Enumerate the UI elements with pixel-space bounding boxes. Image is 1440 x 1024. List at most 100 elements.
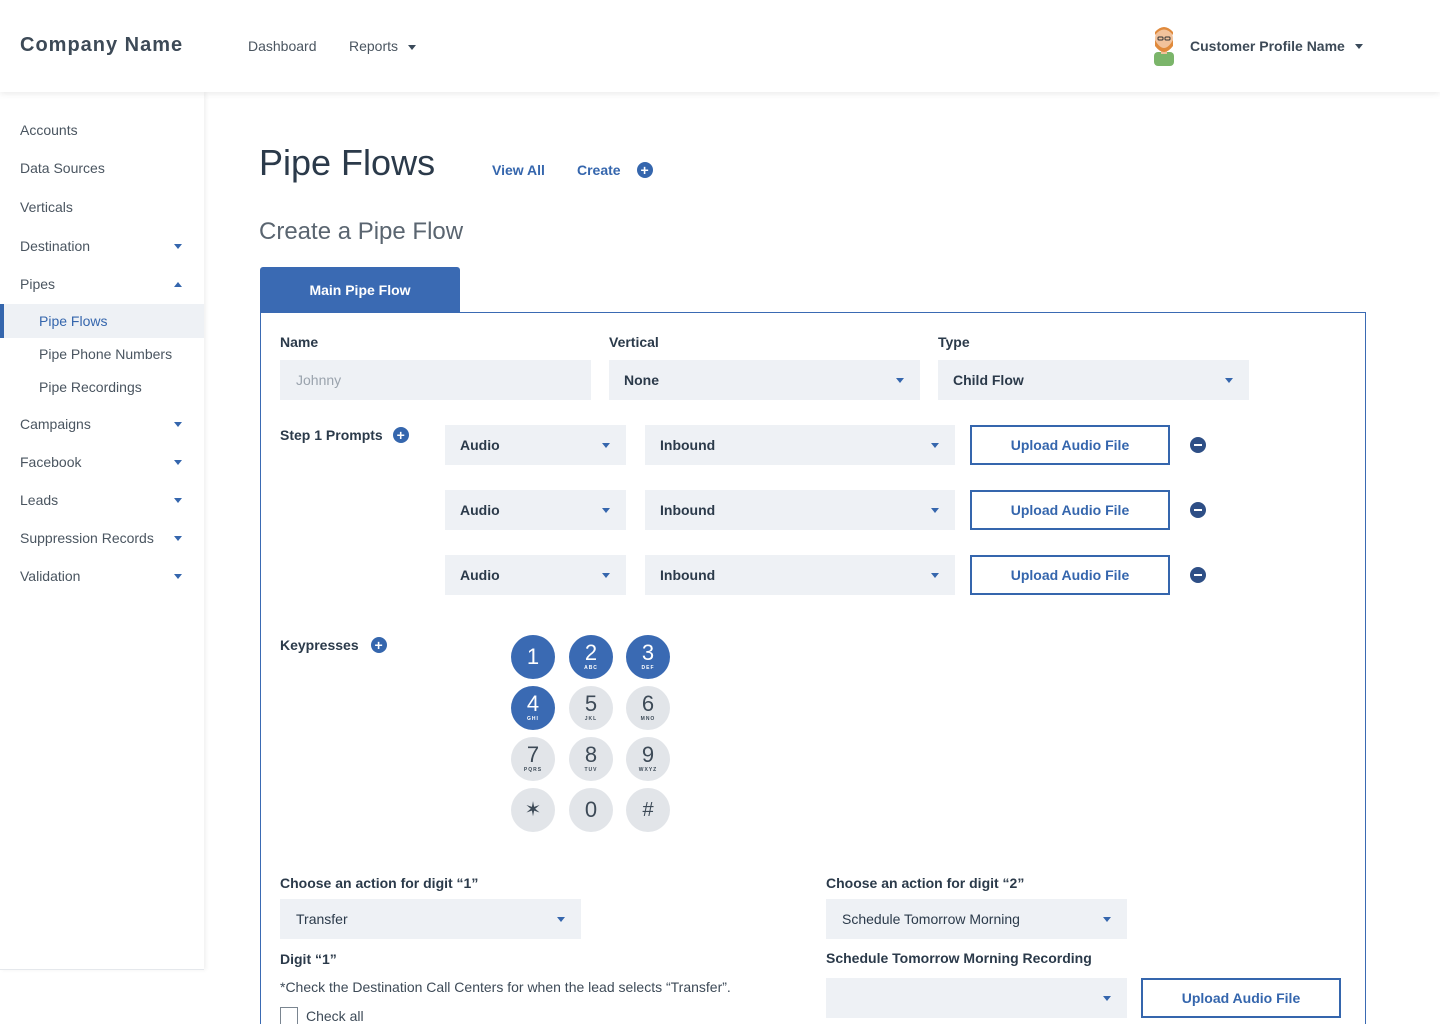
prompt-kind-select[interactable]: Audio xyxy=(445,555,626,595)
digit2-recording-select[interactable] xyxy=(826,978,1127,1018)
prompt-kind-value: Audio xyxy=(460,502,500,518)
chevron-down-icon xyxy=(602,573,610,578)
key-letters: GHI xyxy=(527,716,539,722)
create-link[interactable]: Create + xyxy=(577,162,653,178)
sidebar-item-verticals[interactable]: Verticals xyxy=(0,190,204,224)
nav-reports[interactable]: Reports xyxy=(349,38,417,54)
digit2-action-value: Schedule Tomorrow Morning xyxy=(842,911,1020,927)
add-keypress-icon[interactable]: + xyxy=(370,637,387,653)
chevron-down-icon xyxy=(602,508,610,513)
create-link-label: Create xyxy=(577,162,621,178)
check-all-checkbox[interactable] xyxy=(280,1007,298,1024)
remove-prompt-icon[interactable] xyxy=(1190,437,1206,453)
remove-prompt-icon[interactable] xyxy=(1190,502,1206,518)
digit1-action-select[interactable]: Transfer xyxy=(280,899,581,939)
sidebar-item-label: Destination xyxy=(20,238,91,254)
sidebar-item-label: Pipe Flows xyxy=(39,313,108,329)
prompt-direction-select[interactable]: Inbound xyxy=(645,555,955,595)
profile-name: Customer Profile Name xyxy=(1190,38,1345,54)
chevron-down-icon xyxy=(931,443,939,448)
type-select[interactable]: Child Flow xyxy=(938,360,1249,400)
name-input[interactable] xyxy=(280,360,591,400)
key-letters: WXYZ xyxy=(638,767,658,773)
keypad-key-hash[interactable]: # xyxy=(626,788,670,832)
upload-audio-button[interactable]: Upload Audio File xyxy=(970,425,1170,465)
keypad-key-star[interactable]: ✶ xyxy=(511,788,555,832)
keypad-key-1[interactable]: 1 xyxy=(511,635,555,679)
digit2-upload-audio-button[interactable]: Upload Audio File xyxy=(1141,978,1341,1018)
sidebar-item-pipe-recordings[interactable]: Pipe Recordings xyxy=(0,370,204,404)
nav-dashboard[interactable]: Dashboard xyxy=(248,38,317,54)
digit2-action-select[interactable]: Schedule Tomorrow Morning xyxy=(826,899,1127,939)
plus-circle-icon: + xyxy=(636,162,653,178)
sidebar-item-leads[interactable]: Leads xyxy=(0,483,204,517)
keypresses-label: Keypresses xyxy=(280,637,359,653)
chevron-down-icon xyxy=(931,508,939,513)
prompt-direction-value: Inbound xyxy=(660,437,716,453)
digit2-recording-label: Schedule Tomorrow Morning Recording xyxy=(826,950,1092,966)
sidebar-item-label: Campaigns xyxy=(20,416,91,432)
chevron-down-icon xyxy=(896,378,904,383)
sidebar-item-pipe-flows[interactable]: Pipe Flows xyxy=(0,304,204,338)
sidebar-item-facebook[interactable]: Facebook xyxy=(0,445,204,479)
keypad-key-4[interactable]: 4 GHI xyxy=(511,686,555,730)
digit1-heading: Digit “1” xyxy=(280,951,337,967)
key-digit: 2 xyxy=(584,640,598,665)
type-label: Type xyxy=(938,334,970,350)
sidebar-item-pipe-phone-numbers[interactable]: Pipe Phone Numbers xyxy=(0,337,204,371)
keypad-key-6[interactable]: 6 MNO xyxy=(626,686,670,730)
keypad-key-3[interactable]: 3 DEF xyxy=(626,635,670,679)
keypad-key-0[interactable]: 0 xyxy=(569,788,613,832)
key-letters: DEF xyxy=(641,665,655,671)
key-digit: 3 xyxy=(641,640,655,665)
add-prompt-icon[interactable]: + xyxy=(392,427,409,443)
prompt-direction-select[interactable]: Inbound xyxy=(645,425,955,465)
keypad-key-8[interactable]: 8 TUV xyxy=(569,737,613,781)
keypad-key-5[interactable]: 5 JKL xyxy=(569,686,613,730)
digit1-action-value: Transfer xyxy=(296,911,348,927)
avatar xyxy=(1154,27,1174,66)
sidebar-item-label: Accounts xyxy=(20,122,78,138)
chevron-down-icon xyxy=(1354,43,1363,49)
key-digit: # xyxy=(642,799,654,821)
chevron-down-icon xyxy=(174,536,182,541)
upload-audio-button[interactable]: Upload Audio File xyxy=(970,490,1170,530)
sidebar-item-campaigns[interactable]: Campaigns xyxy=(0,407,204,441)
vertical-select[interactable]: None xyxy=(609,360,920,400)
brand-logo[interactable]: Company Name xyxy=(20,34,183,57)
sidebar-item-destination[interactable]: Destination xyxy=(0,229,204,263)
keypad-key-9[interactable]: 9 WXYZ xyxy=(626,737,670,781)
sidebar-item-suppression-records[interactable]: Suppression Records xyxy=(0,521,204,555)
sidebar-item-pipes[interactable]: Pipes xyxy=(0,267,204,301)
key-letters: TUV xyxy=(584,767,598,773)
sidebar-item-accounts[interactable]: Accounts xyxy=(0,113,204,147)
sidebar: Accounts Data Sources Verticals Destinat… xyxy=(0,92,204,970)
upload-audio-button[interactable]: Upload Audio File xyxy=(970,555,1170,595)
prompts-label: Step 1 Prompts xyxy=(280,427,383,443)
prompt-kind-select[interactable]: Audio xyxy=(445,425,626,465)
sidebar-item-data-sources[interactable]: Data Sources xyxy=(0,151,204,185)
key-letters: JKL xyxy=(584,716,598,722)
chevron-down-icon xyxy=(931,573,939,578)
sidebar-item-validation[interactable]: Validation xyxy=(0,559,204,593)
check-all-label: Check all xyxy=(306,1008,364,1024)
prompt-kind-select[interactable]: Audio xyxy=(445,490,626,530)
prompt-direction-value: Inbound xyxy=(660,567,716,583)
nav-reports-label: Reports xyxy=(349,38,399,54)
sidebar-item-label: Leads xyxy=(20,492,59,508)
chevron-down-icon xyxy=(174,460,182,465)
sidebar-item-label: Verticals xyxy=(20,199,73,215)
chevron-down-icon xyxy=(408,44,417,50)
key-digit: 9 xyxy=(641,742,655,767)
keypad-key-7[interactable]: 7 PQRS xyxy=(511,737,555,781)
remove-prompt-icon[interactable] xyxy=(1190,567,1206,583)
chevron-down-icon xyxy=(557,917,565,922)
keypad-key-2[interactable]: 2 ABC xyxy=(569,635,613,679)
chevron-down-icon xyxy=(174,244,182,249)
prompts-label-row: Step 1 Prompts + xyxy=(280,427,409,443)
profile-menu[interactable]: Customer Profile Name xyxy=(1150,24,1363,68)
prompt-direction-select[interactable]: Inbound xyxy=(645,490,955,530)
view-all-link[interactable]: View All xyxy=(492,162,545,178)
chevron-down-icon xyxy=(174,574,182,579)
tab-main-pipe-flow[interactable]: Main Pipe Flow xyxy=(260,267,460,313)
